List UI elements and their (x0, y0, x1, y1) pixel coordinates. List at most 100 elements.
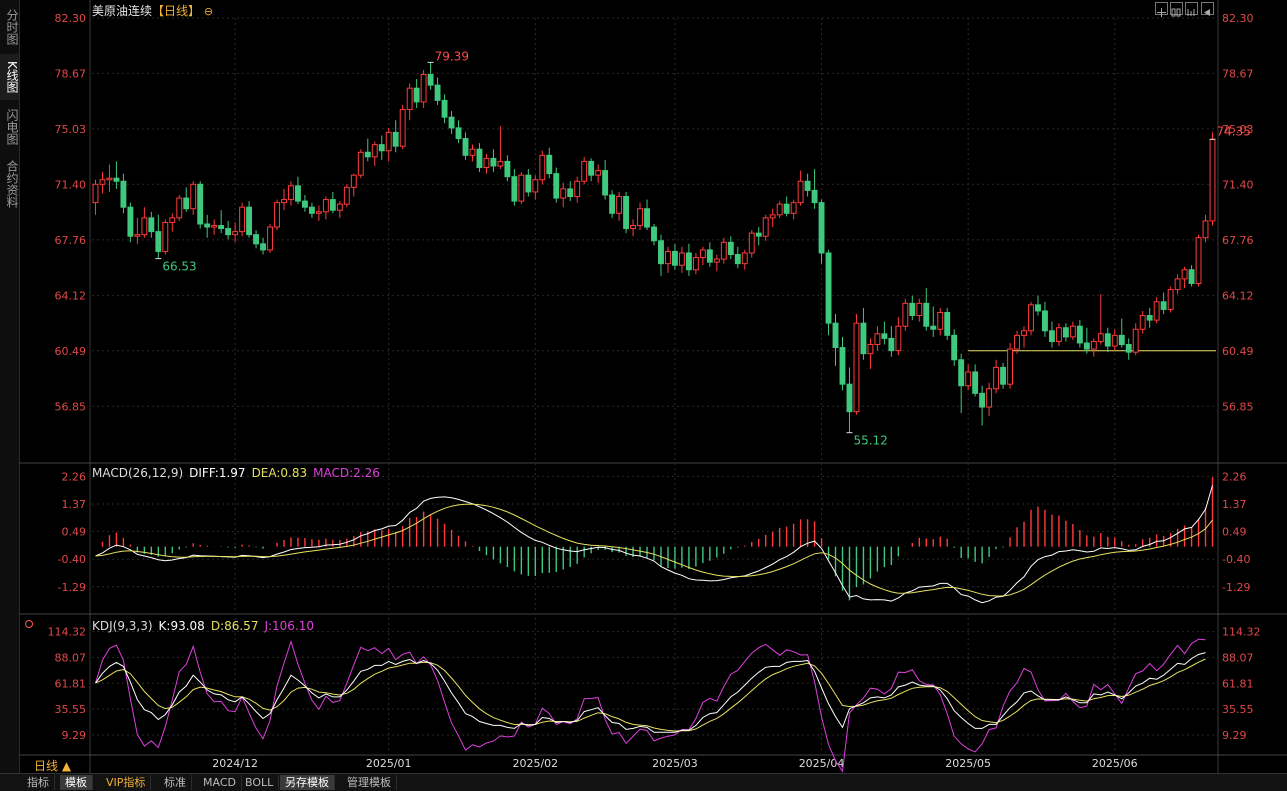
period-selector[interactable]: 日线 ▲ (34, 757, 71, 774)
tab-indicator[interactable]: 指标 (22, 775, 55, 790)
candle (364, 138, 371, 162)
candle-body (574, 180, 581, 198)
candle (253, 230, 260, 249)
kdj-k: K:93.08 (158, 619, 205, 633)
kdj-tick-label: 9.29 (1222, 729, 1247, 742)
tab-manage-template[interactable]: 管理模板 (342, 775, 397, 790)
price-tick-label: 64.12 (55, 289, 87, 302)
low-label: 66.53 (162, 260, 196, 274)
candle-body (965, 371, 972, 387)
candle (860, 307, 867, 360)
candle (1097, 294, 1104, 345)
candle (490, 149, 497, 173)
x-tick-label: 2024/12 (212, 757, 258, 770)
candle-body (392, 131, 399, 147)
back-icon[interactable] (1201, 2, 1214, 16)
candle (755, 227, 762, 246)
candle-body (839, 347, 846, 385)
candle-body (979, 392, 986, 408)
layout-icon[interactable] (1185, 2, 1198, 16)
candle (1104, 327, 1111, 353)
macd-tick-label: 2.26 (1222, 470, 1247, 483)
candle-body (825, 252, 832, 324)
crosshair-icon[interactable] (1155, 2, 1168, 17)
candle (1146, 307, 1153, 328)
candle-body (539, 154, 546, 181)
candle-body (1069, 325, 1076, 338)
candle-body (1000, 366, 1007, 385)
candle (1076, 320, 1083, 348)
candle-body (308, 206, 315, 214)
tab-standard[interactable]: 标准 (159, 775, 192, 790)
candle (232, 222, 239, 243)
candle-body (623, 196, 630, 230)
candle-body (490, 157, 497, 167)
candle-body (413, 87, 420, 103)
candle (832, 314, 839, 366)
tab-template[interactable]: 模板 (60, 775, 93, 790)
candle (441, 94, 448, 124)
candle-body (1132, 328, 1139, 353)
period-bracket: 【日线】 (152, 4, 201, 18)
price-tick-label: 71.40 (1222, 178, 1254, 191)
candle-body (665, 250, 671, 265)
candle (692, 252, 699, 275)
candle (811, 169, 818, 209)
tab-macd[interactable]: MACD (198, 775, 242, 790)
candle (1035, 295, 1041, 316)
candle-body (106, 177, 113, 181)
candle (651, 223, 657, 246)
tab-vip-indicator[interactable]: VIP指标 (101, 775, 152, 790)
kdj-tick-label: 114.32 (1222, 626, 1261, 639)
candle-body (637, 208, 643, 227)
candle (706, 242, 713, 267)
candle (336, 201, 343, 218)
candle (1188, 265, 1195, 287)
candle (281, 188, 287, 211)
zoom-circle-icon[interactable]: ⊖ (204, 5, 213, 18)
kdj-legend: KDJ(9,3,3) K:93.08 D:86.57 J:106.10 (92, 619, 320, 633)
candle (916, 298, 923, 322)
tab-boll[interactable]: BOLL (240, 775, 280, 790)
kdj-tick-label: 88.07 (55, 651, 87, 664)
candle-body (420, 73, 427, 103)
candle (1132, 323, 1139, 356)
candle (574, 176, 581, 203)
candle-body (1153, 301, 1160, 321)
indicator-dot-icon[interactable] (25, 620, 33, 628)
candle (720, 237, 727, 264)
candle (804, 173, 811, 197)
candle-body (692, 257, 699, 271)
candle-body (295, 185, 301, 202)
candle (483, 153, 490, 174)
candle-body (888, 337, 895, 352)
candle-body (92, 183, 99, 204)
candle (825, 249, 832, 336)
candle (267, 223, 273, 253)
bottom-tab-bar: 指标 模板 VIP指标 标准 MACD BOLL 另存模板 管理模板 (0, 773, 1287, 791)
candle (127, 202, 134, 243)
candle-body (1139, 315, 1146, 330)
x-tick-label: 2025/01 (366, 757, 412, 770)
candle-body (1028, 304, 1034, 332)
chart-canvas[interactable]: 2024/12 2025/01 2025/02 2025/03 2025/04 2025/… (0, 0, 1287, 773)
candle-body (155, 231, 162, 252)
candle-body (371, 144, 378, 158)
candle-body (867, 344, 874, 355)
candle (1007, 342, 1013, 389)
candle-body (455, 127, 462, 140)
price-tick-label: 71.40 (55, 178, 87, 191)
candle-body (797, 180, 804, 204)
layout-icon[interactable] (1170, 2, 1183, 17)
kdj-tick-label: 9.29 (62, 729, 87, 742)
candle-body (776, 203, 783, 216)
candle (839, 336, 846, 391)
candle (1139, 310, 1146, 334)
kdj-tick-label: 88.07 (1222, 651, 1254, 664)
candle (106, 164, 113, 192)
tab-save-template[interactable]: 另存模板 (280, 775, 335, 790)
candle-body (218, 225, 225, 230)
price-tick-label: 75.03 (55, 123, 87, 136)
price-tick-label: 67.76 (55, 234, 87, 247)
candle-body (483, 157, 490, 169)
